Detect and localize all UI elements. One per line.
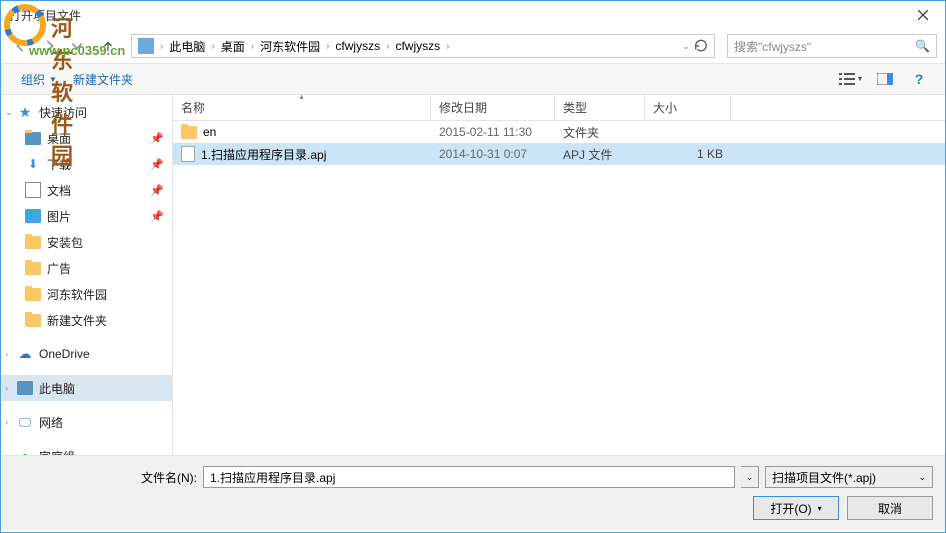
download-icon: ⬇ — [25, 156, 41, 172]
pin-icon: 📌 — [150, 158, 164, 171]
cancel-button[interactable]: 取消 — [847, 496, 933, 520]
column-date[interactable]: 修改日期 — [431, 95, 555, 120]
search-input[interactable]: 搜索"cfwjyszs" 🔍 — [727, 34, 937, 58]
arrow-right-icon — [42, 39, 56, 53]
file-type: APJ 文件 — [555, 146, 645, 163]
sidebar-quick-access[interactable]: ⌄★快速访问 — [1, 99, 172, 125]
chevron-down-icon — [70, 39, 84, 53]
crumb-1[interactable]: 桌面 — [215, 38, 251, 55]
crumb-4[interactable]: cfwjyszs — [389, 39, 446, 53]
sidebar-network[interactable]: ›🖵网络 — [1, 409, 172, 435]
picture-icon — [25, 209, 41, 223]
split-chevron-icon: ▾ — [818, 504, 822, 513]
sidebar-item-downloads[interactable]: ⬇下载📌 — [1, 151, 172, 177]
sidebar: ⌄★快速访问 桌面📌 ⬇下载📌 文档📌 图片📌 安装包 广告 河东软件园 新建文… — [1, 95, 173, 455]
bottom-panel: 文件名(N): ⌄ 扫描项目文件(*.apj)⌄ 打开(O)▾ 取消 — [1, 455, 945, 530]
file-list: ▴名称 修改日期 类型 大小 en 2015-02-11 11:30 文件夹 1… — [173, 95, 945, 455]
view-options-button[interactable]: ▼ — [837, 68, 865, 90]
nav-forward-button[interactable] — [37, 34, 61, 58]
column-type[interactable]: 类型 — [555, 95, 645, 120]
chevron-down-icon: ⌄ — [746, 472, 754, 483]
chevron-right-icon: › — [5, 451, 8, 455]
filename-label: 文件名(N): — [141, 469, 197, 486]
breadcrumb[interactable]: › 此电脑 › 桌面 › 河东软件园 › cfwjyszs › cfwjyszs… — [131, 34, 715, 58]
document-icon — [25, 182, 41, 198]
folder-icon — [25, 314, 41, 327]
list-icon — [839, 73, 855, 85]
pin-icon: 📌 — [150, 132, 164, 145]
titlebar: 打开项目文件 — [1, 1, 945, 29]
pin-icon: 📌 — [150, 210, 164, 223]
sidebar-item-pictures[interactable]: 图片📌 — [1, 203, 172, 229]
pc-icon — [138, 38, 154, 54]
network-icon: 🖵 — [17, 414, 33, 430]
list-header: ▴名称 修改日期 类型 大小 — [173, 95, 945, 121]
list-row[interactable]: en 2015-02-11 11:30 文件夹 — [173, 121, 945, 143]
chevron-down-icon: ⌄ — [918, 472, 926, 483]
chevron-down-icon[interactable]: ⌄ — [682, 41, 690, 52]
file-name: 1.扫描应用程序目录.apj — [201, 146, 326, 163]
file-type: 文件夹 — [555, 124, 645, 141]
pc-icon — [17, 381, 33, 395]
chevron-right-icon: › — [5, 417, 8, 427]
folder-icon — [25, 236, 41, 249]
folder-icon — [25, 262, 41, 275]
crumb-0[interactable]: 此电脑 — [163, 38, 211, 55]
crumb-3[interactable]: cfwjyszs — [329, 39, 386, 53]
sidebar-item-ads[interactable]: 广告 — [1, 255, 172, 281]
sidebar-onedrive[interactable]: ›☁OneDrive — [1, 341, 172, 367]
close-button[interactable] — [900, 1, 945, 29]
arrow-up-icon — [101, 39, 115, 53]
chevron-down-icon: ⌄ — [5, 107, 13, 118]
crumb-2[interactable]: 河东软件园 — [254, 38, 326, 55]
arrow-left-icon — [14, 39, 28, 53]
nav-back-button[interactable] — [9, 34, 33, 58]
help-icon: ? — [915, 71, 924, 87]
sidebar-item-hedong[interactable]: 河东软件园 — [1, 281, 172, 307]
column-name[interactable]: ▴名称 — [173, 95, 431, 120]
file-date: 2015-02-11 11:30 — [431, 125, 555, 139]
organize-button[interactable]: 组织▼ — [13, 67, 65, 92]
window-title: 打开项目文件 — [9, 7, 81, 24]
file-name: en — [203, 125, 216, 139]
list-row[interactable]: 1.扫描应用程序目录.apj 2014-10-31 0:07 APJ 文件 1 … — [173, 143, 945, 165]
close-icon — [918, 10, 928, 20]
search-placeholder: 搜索"cfwjyszs" — [734, 38, 811, 55]
sidebar-this-pc[interactable]: ›此电脑 — [1, 375, 172, 401]
folder-icon — [25, 288, 41, 301]
search-icon: 🔍 — [915, 39, 930, 53]
navbar: › 此电脑 › 桌面 › 河东软件园 › cfwjyszs › cfwjyszs… — [1, 29, 945, 63]
file-size: 1 KB — [645, 147, 731, 161]
sidebar-item-newfolder[interactable]: 新建文件夹 — [1, 307, 172, 333]
homegroup-icon: ● — [17, 448, 33, 455]
preview-pane-button[interactable] — [871, 68, 899, 90]
cloud-icon: ☁ — [17, 346, 33, 362]
sidebar-item-install[interactable]: 安装包 — [1, 229, 172, 255]
sort-indicator-icon: ▴ — [299, 92, 303, 101]
filename-input[interactable] — [203, 466, 735, 488]
sidebar-item-desktop[interactable]: 桌面📌 — [1, 125, 172, 151]
new-folder-button[interactable]: 新建文件夹 — [65, 67, 141, 92]
refresh-icon[interactable] — [694, 39, 708, 53]
column-size[interactable]: 大小 — [645, 95, 731, 120]
pane-icon — [877, 73, 893, 85]
chevron-right-icon: › — [5, 349, 8, 359]
file-date: 2014-10-31 0:07 — [431, 147, 555, 161]
nav-up-button[interactable] — [97, 35, 119, 57]
open-button[interactable]: 打开(O)▾ — [753, 496, 839, 520]
sidebar-item-documents[interactable]: 文档📌 — [1, 177, 172, 203]
chevron-right-icon: › — [5, 383, 8, 393]
folder-icon — [25, 132, 41, 145]
nav-recent-button[interactable] — [65, 34, 89, 58]
folder-icon — [181, 126, 197, 139]
chevron-right-icon: › — [446, 41, 449, 52]
filename-dropdown[interactable]: ⌄ — [741, 466, 759, 488]
help-button[interactable]: ? — [905, 68, 933, 90]
toolbar: 组织▼ 新建文件夹 ▼ ? — [1, 63, 945, 95]
file-type-filter[interactable]: 扫描项目文件(*.apj)⌄ — [765, 466, 933, 488]
file-icon — [181, 146, 195, 162]
pin-icon: 📌 — [150, 184, 164, 197]
sidebar-homegroup[interactable]: ›●家庭组 — [1, 443, 172, 455]
star-icon: ★ — [17, 104, 33, 120]
